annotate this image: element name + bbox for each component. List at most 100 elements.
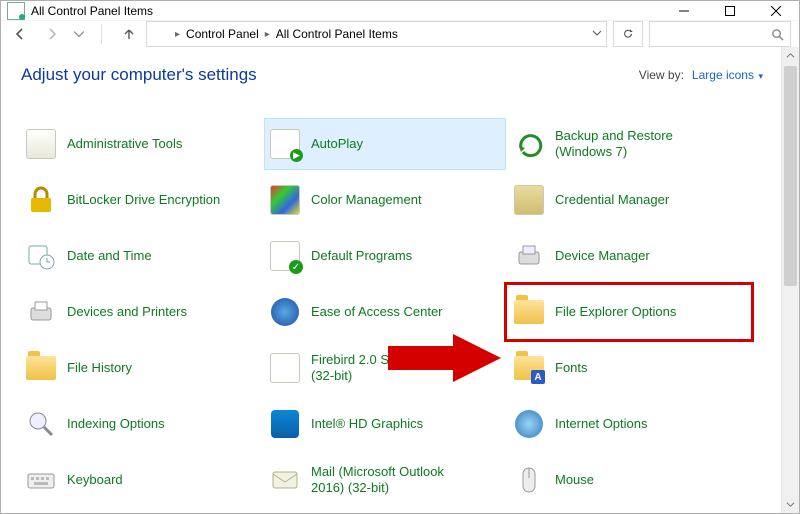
- control-panel-item[interactable]: BitLocker Drive Encryption: [21, 175, 261, 225]
- indexing-icon: [25, 408, 57, 440]
- control-panel-item[interactable]: Intel® HD Graphics: [265, 399, 505, 449]
- item-label: Intel® HD Graphics: [311, 416, 423, 432]
- separator: [101, 24, 102, 44]
- history-dropdown[interactable]: [73, 23, 85, 45]
- intel-hd-icon: [269, 408, 301, 440]
- window-title: All Control Panel Items: [31, 4, 661, 18]
- forward-button[interactable]: [41, 23, 63, 45]
- item-label: Backup and Restore (Windows 7): [555, 128, 723, 159]
- item-label: BitLocker Drive Encryption: [67, 192, 220, 208]
- close-button[interactable]: [753, 1, 799, 20]
- keyboard-icon: [25, 464, 57, 496]
- vertical-scrollbar[interactable]: [781, 47, 799, 513]
- heading-row: Adjust your computer's settings View by:…: [21, 65, 791, 85]
- control-panel-item[interactable]: Devices and Printers: [21, 287, 261, 337]
- mail-icon: [269, 464, 301, 496]
- item-label: Devices and Printers: [67, 304, 187, 320]
- chevron-down-icon: ▾: [756, 71, 763, 81]
- internet-options-icon: [513, 408, 545, 440]
- item-label: Date and Time: [67, 248, 152, 264]
- content-pane: Adjust your computer's settings View by:…: [1, 47, 799, 513]
- fonts-icon: A: [513, 352, 545, 384]
- minimize-button[interactable]: [661, 1, 707, 20]
- control-panel-item[interactable]: Mail (Microsoft Outlook 2016) (32-bit): [265, 455, 505, 505]
- firebird-icon: [269, 352, 301, 384]
- viewby-value: Large icons: [692, 68, 754, 82]
- item-label: File Explorer Options: [555, 304, 676, 320]
- control-panel-item[interactable]: ✓ Default Programs: [265, 231, 505, 281]
- control-panel-item[interactable]: Credential Manager: [509, 175, 749, 225]
- control-panel-item[interactable]: Date and Time: [21, 231, 261, 281]
- scrollbar-track[interactable]: [782, 64, 799, 496]
- page-heading: Adjust your computer's settings: [21, 65, 257, 85]
- search-icon: [771, 28, 784, 41]
- control-panel-item[interactable]: Internet Options: [509, 399, 749, 449]
- file-history-icon: [25, 352, 57, 384]
- chevron-right-icon[interactable]: ▸: [175, 29, 180, 40]
- item-label: Internet Options: [555, 416, 648, 432]
- content-wrapper: Adjust your computer's settings View by:…: [1, 47, 799, 513]
- window-buttons: [661, 1, 799, 20]
- item-label: Device Manager: [555, 248, 650, 264]
- item-label: Indexing Options: [67, 416, 165, 432]
- admin-tools-icon: [25, 128, 57, 160]
- address-dropdown-icon[interactable]: [592, 27, 602, 41]
- credential-icon: [513, 184, 545, 216]
- annotation-arrow-icon: [383, 330, 503, 386]
- autoplay-icon: ▶: [269, 128, 301, 160]
- item-label: Mouse: [555, 472, 594, 488]
- viewby-dropdown[interactable]: Large icons ▾: [692, 68, 763, 82]
- control-panel-item[interactable]: Color Management: [265, 175, 505, 225]
- item-label: Default Programs: [311, 248, 412, 264]
- window-icon: [7, 2, 25, 20]
- titlebar: All Control Panel Items: [1, 1, 799, 20]
- item-label: Color Management: [311, 192, 422, 208]
- file-explorer-options-icon: [513, 296, 545, 328]
- bitlocker-icon: [25, 184, 57, 216]
- viewby-control: View by: Large icons ▾: [639, 68, 763, 82]
- breadcrumb-item-root[interactable]: Control Panel: [182, 22, 263, 46]
- control-panel-item[interactable]: Indexing Options: [21, 399, 261, 449]
- mouse-icon: [513, 464, 545, 496]
- chevron-right-icon[interactable]: ▸: [265, 29, 270, 40]
- control-panel-item[interactable]: Backup and Restore (Windows 7): [509, 119, 749, 169]
- item-label: AutoPlay: [311, 136, 363, 152]
- control-panel-item[interactable]: A Fonts: [509, 343, 749, 393]
- devices-printers-icon: [25, 296, 57, 328]
- item-label: Ease of Access Center: [311, 304, 443, 320]
- item-label: Fonts: [555, 360, 588, 376]
- control-panel-window: All Control Panel Items: [0, 0, 800, 514]
- search-input[interactable]: [649, 21, 791, 47]
- control-panel-item[interactable]: Keyboard: [21, 455, 261, 505]
- control-panel-item[interactable]: Device Manager: [509, 231, 749, 281]
- item-label: Keyboard: [67, 472, 123, 488]
- breadcrumb-root-icon[interactable]: [151, 22, 173, 46]
- scrollbar-thumb[interactable]: [784, 66, 797, 286]
- breadcrumb-item-current[interactable]: All Control Panel Items: [272, 22, 402, 46]
- refresh-button[interactable]: [613, 21, 643, 47]
- control-panel-item[interactable]: File History: [21, 343, 261, 393]
- backup-icon: [513, 128, 545, 160]
- color-mgmt-icon: [269, 184, 301, 216]
- viewby-label: View by:: [639, 68, 684, 82]
- default-programs-icon: ✓: [269, 240, 301, 272]
- item-label: Mail (Microsoft Outlook 2016) (32-bit): [311, 464, 479, 495]
- up-button[interactable]: [118, 23, 140, 45]
- maximize-button[interactable]: [707, 1, 753, 20]
- item-label: Administrative Tools: [67, 136, 182, 152]
- ease-access-icon: [269, 296, 301, 328]
- control-panel-item[interactable]: ▶ AutoPlay: [265, 119, 505, 169]
- back-button[interactable]: [9, 23, 31, 45]
- date-time-icon: [25, 240, 57, 272]
- device-manager-icon: [513, 240, 545, 272]
- control-panel-icon: [155, 27, 169, 41]
- scroll-up-button[interactable]: [782, 47, 799, 64]
- control-panel-item[interactable]: File Explorer Options: [509, 287, 749, 337]
- item-label: File History: [67, 360, 132, 376]
- scroll-down-button[interactable]: [782, 496, 799, 513]
- nav-arrows: [9, 23, 140, 45]
- control-panel-item[interactable]: Administrative Tools: [21, 119, 261, 169]
- breadcrumb-bar[interactable]: ▸ Control Panel ▸ All Control Panel Item…: [146, 21, 607, 47]
- navigation-bar: ▸ Control Panel ▸ All Control Panel Item…: [1, 20, 799, 47]
- control-panel-item[interactable]: Mouse: [509, 455, 749, 505]
